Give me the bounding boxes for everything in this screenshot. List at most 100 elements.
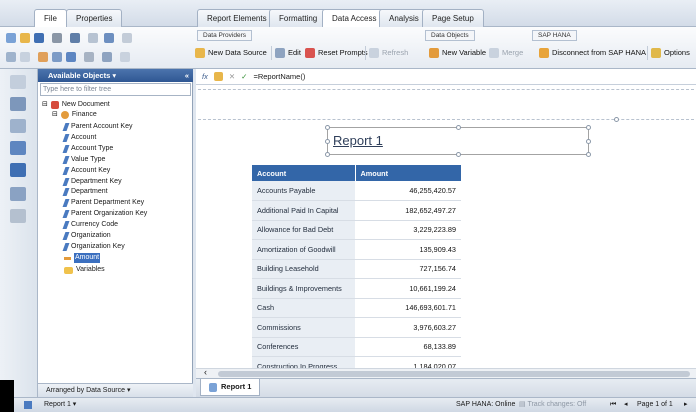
table-row[interactable]: Cash 146,693,601.71 (252, 298, 461, 318)
amount-cell[interactable]: 3,976,603.27 (355, 317, 461, 338)
find-icon[interactable] (70, 33, 80, 43)
panel-title[interactable]: Available Objects ▾ « (38, 69, 193, 82)
account-cell[interactable]: Building Leasehold (252, 259, 355, 279)
resize-handle[interactable] (325, 125, 330, 130)
tab-data-access[interactable]: Data Access (322, 9, 387, 28)
tree-dimension[interactable]: Currency Code (62, 220, 118, 230)
options-button[interactable]: Options (651, 46, 690, 60)
structure-icon[interactable] (24, 401, 32, 409)
resize-handle[interactable] (325, 152, 330, 157)
table-row[interactable]: Additional Paid In Capital 182,652,497.27 (252, 200, 461, 221)
tree-dimension[interactable]: Organization Key (62, 242, 125, 252)
tree-dimension[interactable]: Organization (62, 231, 111, 241)
report-selector[interactable]: Report 1 ▾ (44, 398, 76, 412)
formula-input[interactable]: =ReportName() (253, 72, 305, 81)
reset-prompts-button[interactable]: Reset Prompts (305, 46, 368, 60)
table-row[interactable]: Accounts Payable 46,255,420.57 (252, 181, 461, 201)
account-cell[interactable]: Commissions (252, 317, 355, 338)
open-folder-icon[interactable] (20, 33, 30, 43)
table-row[interactable]: Conferences 68,133.89 (252, 337, 461, 357)
tree-dimension[interactable]: Account (62, 133, 96, 143)
resize-handle[interactable] (586, 152, 591, 157)
collapse-panel-icon[interactable]: « (185, 69, 189, 82)
resize-handle[interactable] (456, 152, 461, 157)
new-document-icon[interactable] (6, 33, 16, 43)
scroll-left-icon[interactable]: ‹ (204, 367, 207, 377)
table-row[interactable]: Amortization of Goodwill 135,909.43 (252, 239, 461, 260)
account-cell[interactable]: Amortization of Goodwill (252, 239, 355, 260)
tree-dimension[interactable]: Value Type (62, 155, 105, 165)
tab-file[interactable]: File (34, 9, 67, 28)
tab-report-elements[interactable]: Report Elements (197, 9, 277, 27)
resize-handle[interactable] (325, 139, 330, 144)
web-service-icon[interactable] (10, 187, 26, 201)
track-changes-status[interactable]: ▤ Track changes: Off (519, 398, 586, 412)
report-title-cell[interactable]: Report 1 (325, 125, 591, 157)
next-page-icon[interactable]: ▸ (684, 398, 688, 412)
account-cell[interactable]: Additional Paid In Capital (252, 200, 355, 221)
arranged-by-dropdown[interactable]: Arranged by Data Source ▾ (38, 383, 193, 397)
disconnect-hana-button[interactable]: Disconnect from SAP HANA (539, 46, 646, 60)
navigation-map-icon[interactable] (10, 97, 26, 111)
table-row[interactable]: Construction In Progress 1,184,020.07 (252, 356, 461, 368)
edit-button[interactable]: Edit (275, 46, 301, 60)
tree-dimension[interactable]: Department (62, 187, 108, 197)
column-header-amount[interactable]: Amount (355, 165, 462, 181)
margin-handle[interactable] (614, 117, 619, 122)
amount-cell[interactable]: 146,693,601.71 (355, 298, 461, 318)
tree-dimension[interactable]: Account Key (62, 166, 110, 176)
table-row[interactable]: Commissions 3,976,603.27 (252, 317, 461, 338)
tree-variables-folder[interactable]: Variables (64, 265, 105, 275)
tree-dimension[interactable]: Parent Account Key (62, 122, 132, 132)
collapse-icon[interactable]: ⊟ (42, 100, 48, 110)
tab-formatting[interactable]: Formatting (269, 9, 328, 27)
query-icon[interactable] (10, 141, 26, 155)
undo-history-icon[interactable] (88, 33, 98, 43)
options-small-icon[interactable] (120, 52, 130, 62)
input-controls-icon[interactable] (10, 119, 26, 133)
merge-button[interactable]: Merge (489, 46, 523, 60)
layout-icon[interactable] (122, 33, 132, 43)
amount-cell[interactable]: 182,652,497.27 (355, 200, 461, 221)
cancel-icon[interactable]: ✕ (229, 72, 235, 81)
account-cell[interactable]: Conferences (252, 337, 355, 357)
redo-icon[interactable] (20, 52, 30, 62)
account-cell[interactable]: Allowance for Bad Debt (252, 220, 355, 240)
first-page-icon[interactable]: ⏮ (610, 398, 616, 412)
format-painter-icon[interactable] (102, 52, 112, 62)
tree-dimension[interactable]: Parent Department Key (62, 198, 144, 208)
resize-handle[interactable] (456, 125, 461, 130)
undo-icon[interactable] (6, 52, 16, 62)
account-cell[interactable]: Construction In Progress (252, 356, 355, 368)
account-cell[interactable]: Accounts Payable (252, 181, 355, 201)
table-row[interactable]: Buildings & Improvements 10,661,199.24 (252, 278, 461, 299)
tab-page-setup[interactable]: Page Setup (422, 9, 484, 27)
horizontal-scrollbar[interactable]: ‹ (196, 367, 696, 378)
new-variable-button[interactable]: New Variable (429, 46, 486, 60)
filter-tree-input[interactable]: Type here to filter tree (40, 83, 191, 96)
resize-handle[interactable] (586, 139, 591, 144)
table-row[interactable]: Allowance for Bad Debt 3,229,223.89 (252, 220, 461, 240)
amount-cell[interactable]: 10,661,199.24 (355, 278, 461, 299)
amount-cell[interactable]: 1,184,020.07 (355, 356, 461, 368)
chart-icon[interactable] (104, 33, 114, 43)
amount-cell[interactable]: 727,156.74 (355, 259, 461, 279)
validate-icon[interactable]: ✓ (241, 72, 247, 81)
data-icon[interactable] (10, 209, 26, 223)
cut-icon[interactable] (38, 52, 48, 62)
tree-folder-finance[interactable]: ⊟ Finance (52, 110, 97, 120)
collapse-icon[interactable]: ⊟ (52, 110, 58, 120)
formula-editor-icon[interactable] (213, 72, 223, 81)
available-objects-icon[interactable] (10, 163, 26, 177)
save-icon[interactable] (34, 33, 44, 43)
tree-measure-amount[interactable]: Amount (64, 253, 101, 263)
amount-cell[interactable]: 135,909.43 (355, 239, 461, 260)
refresh-button[interactable]: Refresh (369, 46, 408, 60)
account-cell[interactable]: Cash (252, 298, 355, 318)
report-tab[interactable]: Report 1 (200, 379, 261, 396)
tree-dimension[interactable]: Account Type (62, 144, 113, 154)
tree-dimension[interactable]: Department Key (62, 177, 122, 187)
table-row[interactable]: Building Leasehold 727,156.74 (252, 259, 461, 279)
paste-icon[interactable] (66, 52, 76, 62)
scroll-thumb[interactable] (218, 371, 690, 377)
